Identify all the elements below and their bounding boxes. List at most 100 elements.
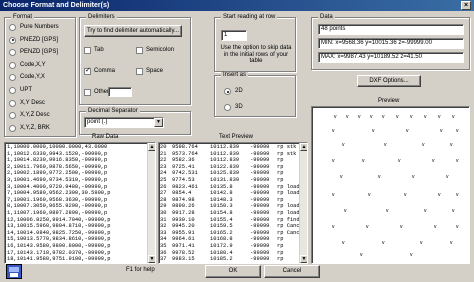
preview-point-icon: v xyxy=(332,224,335,230)
scroll-down-icon[interactable]: ▼ xyxy=(148,255,155,263)
semicolon-checkbox[interactable] xyxy=(136,47,143,54)
cancel-button[interactable]: Cancel xyxy=(264,265,320,278)
text-preview-cell: 10150.3 xyxy=(210,203,233,210)
app-logo-icon xyxy=(6,264,22,279)
scroll-down-icon[interactable]: ▼ xyxy=(300,255,307,263)
preview-point-icon: v xyxy=(424,208,427,214)
tab-checkbox[interactable] xyxy=(84,47,91,54)
text-preview-cell: 9742.531 xyxy=(172,170,198,177)
text-preview-cell: 10168.8 xyxy=(210,236,233,243)
text-preview-cell: -99999 xyxy=(250,190,270,197)
scroll-up-icon[interactable]: ▲ xyxy=(300,143,307,151)
preview-point-icon: v xyxy=(332,128,335,134)
other-delimiter-input[interactable] xyxy=(108,87,132,97)
window-title: Choose Format and Delimiter(s) xyxy=(3,2,110,9)
text-preview-cell: -99999 xyxy=(250,170,270,177)
chevron-down-icon[interactable]: ▼ xyxy=(154,118,163,127)
other-checkbox[interactable] xyxy=(84,89,91,96)
preview-point-icon: v xyxy=(432,158,435,164)
preview-point-icon: v xyxy=(344,208,347,214)
text-preview-row: 26 9823.461 10135.8 -99999 rp load xyxy=(160,184,306,191)
text-preview-cell: rp xyxy=(277,242,284,249)
preview-point-icon: v xyxy=(342,240,345,246)
decimal-select[interactable]: point (.) ▼ xyxy=(84,117,164,128)
raw-data-row: 3,10001.4690,9734.5310,-99999,p xyxy=(7,176,108,183)
text-preview-cell: rp xyxy=(277,170,284,177)
text-preview-cell: 22 xyxy=(160,157,167,164)
text-preview-cell: -99999 xyxy=(250,183,270,190)
text-preview-cell: -99999 xyxy=(250,242,270,249)
format-radio[interactable] xyxy=(9,99,16,107)
text-preview-cell: rp xyxy=(277,256,284,263)
preview-point-icon: v xyxy=(410,114,413,120)
text-preview-cell: -99999 xyxy=(250,144,270,150)
preview-point-icon: v xyxy=(332,192,335,198)
format-radio[interactable] xyxy=(9,87,16,94)
text-preview-row: 30 9917.28 10154.8 -99999 rp load xyxy=(160,210,306,217)
raw-data-row: 15,10013.5770,9834.8610,-99999,p xyxy=(7,236,111,243)
raw-data-row: 7,10001.1960,9568.3630,-99999,p xyxy=(7,196,108,203)
text-preview-cell: -99999 xyxy=(250,249,270,256)
raw-data-list[interactable]: 1,10000.0000,10000.0000,43.0000 1,10012.6… xyxy=(4,142,156,264)
text-preview-row: 20 9598.764 10112.839 -99999 rp stk xyxy=(160,144,306,151)
preview-point-icon: v xyxy=(406,128,409,134)
preview-point-icon: v xyxy=(362,158,365,164)
text-preview-cell: 9983.15 xyxy=(172,256,195,263)
text-preview-row: 35 9971.41 10172.9 -99999 rp xyxy=(160,243,306,250)
preview-point-icon: v xyxy=(372,128,375,134)
text-preview-cell: 10155.4 xyxy=(210,216,233,223)
raw-data-row: 17,10143.1710,9782.0370,-99999,p xyxy=(7,249,111,256)
data-max: MAX: x=9987.43 y=10189.52 z=41.50 xyxy=(318,52,464,63)
raw-data-row: 2,10002.1890,9772.2500,-99999,p xyxy=(7,170,108,177)
close-button[interactable]: × xyxy=(461,1,471,10)
text-preview-cell: 9890.26 xyxy=(172,203,195,210)
format-radio[interactable] xyxy=(9,24,16,31)
insert-group-label: Insert as xyxy=(221,72,249,79)
text-preview-table[interactable]: 20 9598.764 10112.839 -99999 rp stk 21 9573.76… xyxy=(158,142,308,264)
text-preview-cell: -99999 xyxy=(250,203,270,210)
insert-2d-radio[interactable] xyxy=(224,88,231,95)
insert-3d-radio[interactable] xyxy=(224,104,231,111)
format-radio[interactable] xyxy=(9,36,16,44)
comma-checkbox[interactable] xyxy=(84,67,91,75)
format-radio[interactable] xyxy=(9,124,16,132)
text-preview-cell: 10112.839 xyxy=(210,144,240,150)
text-preview-cell: 24 xyxy=(160,170,167,177)
decimal-group-label: Decimal Separator xyxy=(86,108,140,115)
preview-point-icon: v xyxy=(412,174,415,180)
text-preview-cell: 9774.53 xyxy=(172,176,195,183)
format-radio[interactable] xyxy=(9,61,16,69)
preview-point-icon: v xyxy=(404,192,407,198)
raw-data-row: 16,10143.9580,9800.8000,-99999,p xyxy=(7,242,111,249)
dxf-options-button[interactable]: DXF Options... xyxy=(357,75,421,87)
raw-data-rows: 1,10000.0000,10000.0000,43.0000 1,10012.6… xyxy=(5,143,155,263)
text-preview-cell: rp load xyxy=(277,203,300,210)
text-preview-cell: 9955.91 xyxy=(172,229,195,236)
preview-point-icon: v xyxy=(334,114,337,120)
text-preview-cell: 10142.8 xyxy=(210,190,233,197)
start-row-input[interactable]: 1 xyxy=(221,30,247,41)
preview-point-icon: v xyxy=(420,240,423,246)
scroll-up-icon[interactable]: ▲ xyxy=(148,143,155,151)
text-preview-row: 29 9890.26 10150.3 -99999 rp load xyxy=(160,203,306,210)
text-preview-cell: 34 xyxy=(160,236,167,243)
text-preview-scrollbar[interactable]: ▲ ▼ xyxy=(299,143,307,263)
preview-point-icon: v xyxy=(452,114,455,120)
text-preview-cell: 35 xyxy=(160,242,167,249)
format-option-label: Pure Numbers xyxy=(20,24,59,30)
space-checkbox[interactable] xyxy=(136,68,143,75)
raw-data-row: 1,10012.6330,9943.1520,-99999,p xyxy=(7,150,108,157)
raw-data-row: 1,11007.1960,9897.2890,-99999,p xyxy=(7,209,108,216)
ok-button[interactable]: OK xyxy=(205,265,261,278)
preview-point-icon: v xyxy=(450,240,453,246)
text-preview-cell: 37 xyxy=(160,256,167,263)
raw-data-label: Raw Data xyxy=(92,134,119,140)
title-bar: Choose Format and Delimiter(s) × xyxy=(0,0,474,11)
text-preview-cell: 9823.461 xyxy=(172,183,198,190)
auto-delimiter-button[interactable]: Try to find delimiter automatically... xyxy=(84,25,182,37)
raw-scrollbar[interactable]: ▲ ▼ xyxy=(147,143,155,263)
text-preview-cell: rp stk xyxy=(277,144,297,150)
text-preview-cell: 9971.41 xyxy=(172,242,195,249)
preview-point-icon: v xyxy=(384,142,387,148)
comma-label: Comma xyxy=(94,68,116,74)
